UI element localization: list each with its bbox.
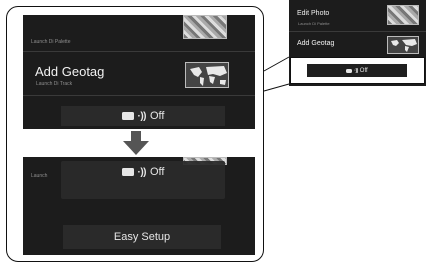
off-popup: ·)) Off	[61, 161, 225, 199]
wireless-waves-icon: ·))	[354, 67, 358, 74]
edit-photo-title: Edit Photo	[297, 10, 330, 17]
off-button-label: Off	[150, 110, 165, 122]
wireless-waves-icon: ·))	[137, 166, 147, 178]
zoom-frame: Launch Di Palette Add Geotag Launch Di T…	[6, 6, 264, 262]
bottom-screen: Launch ·)) Off Easy Setup	[23, 157, 255, 255]
row-divider	[23, 95, 255, 96]
off-button-label: Off	[359, 67, 368, 74]
off-button[interactable]: ·)) Off	[61, 161, 225, 183]
world-map-thumbnail	[185, 62, 229, 88]
palette-row-subtitle: Launch Di Palette	[31, 39, 71, 45]
easy-setup-button[interactable]: Easy Setup	[63, 225, 221, 249]
photo-thumbnail	[183, 15, 227, 39]
photo-thumbnail	[387, 5, 419, 25]
edit-photo-subtitle: Launch Di Palette	[298, 21, 330, 26]
world-map-thumbnail	[387, 36, 419, 54]
row-divider	[289, 31, 426, 32]
add-geotag-subtitle: Launch Di Track	[36, 81, 73, 87]
palette-row-subtitle: Launch	[31, 173, 48, 179]
add-geotag-title: Add Geotag	[297, 40, 335, 47]
add-geotag-row[interactable]: Add Geotag Launch Di Track	[23, 52, 255, 94]
arrow-down-icon	[123, 131, 149, 155]
off-button[interactable]: ·)) Off	[307, 64, 407, 77]
right-screen: Edit Photo Launch Di Palette Add Geotag …	[289, 0, 426, 86]
camera-icon	[121, 112, 134, 120]
off-button[interactable]: ·)) Off	[61, 106, 225, 126]
wireless-waves-icon: ·))	[137, 110, 147, 122]
camera-icon	[121, 168, 134, 176]
add-geotag-title: Add Geotag	[35, 64, 105, 79]
off-button-label: Off	[150, 166, 165, 178]
top-screen: Launch Di Palette Add Geotag Launch Di T…	[23, 15, 255, 129]
camera-icon	[346, 68, 353, 73]
highlight-box: ·)) Off	[290, 57, 425, 84]
